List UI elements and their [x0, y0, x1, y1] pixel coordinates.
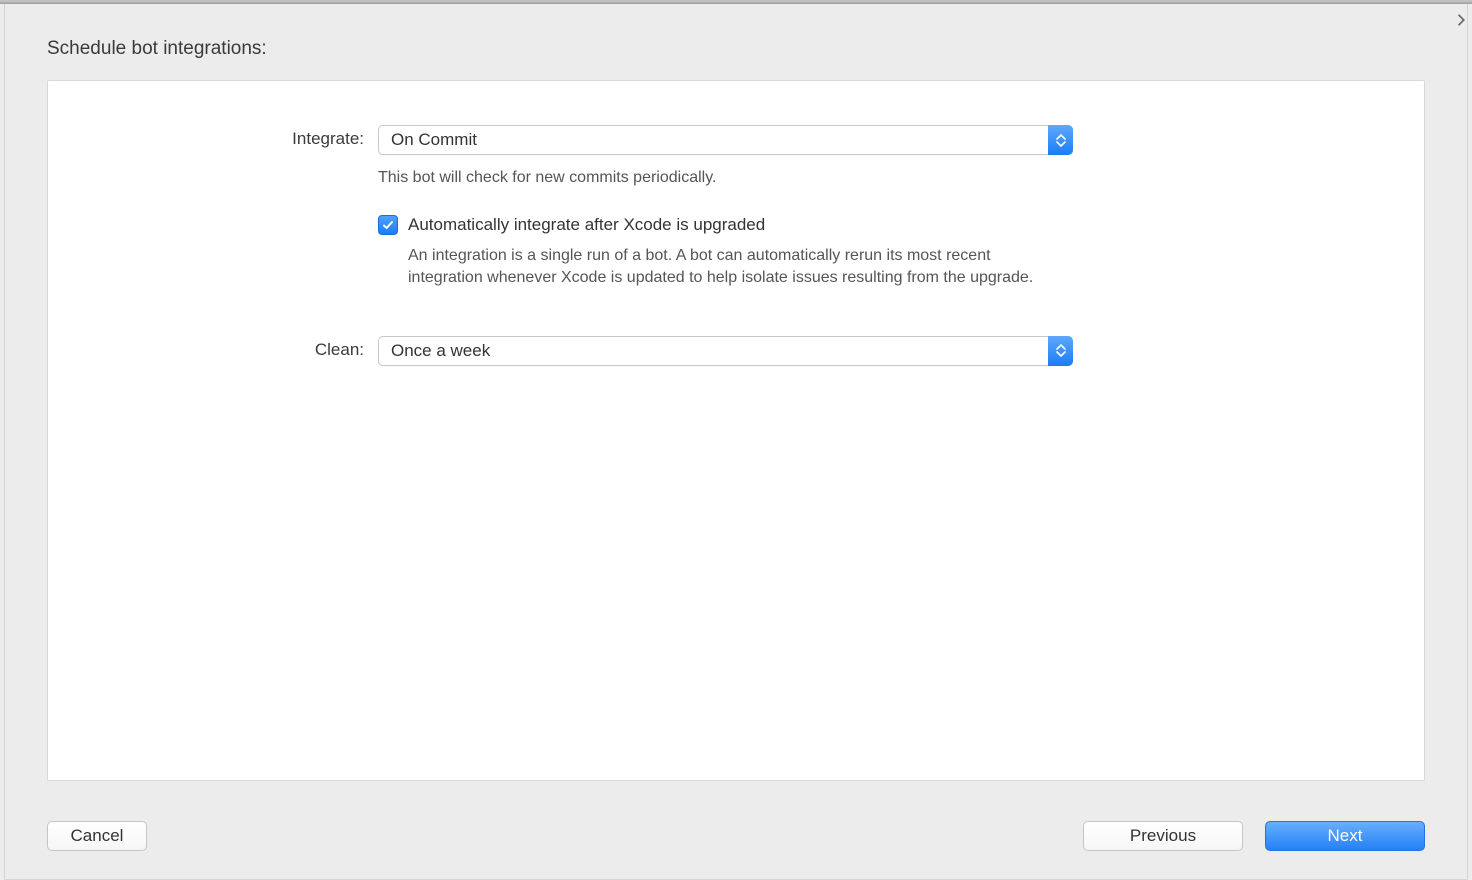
checkmark-icon — [382, 219, 394, 231]
chevron-right-icon — [1455, 12, 1471, 28]
auto-integrate-checkbox-row: Automatically integrate after Xcode is u… — [378, 215, 1304, 235]
content-panel: Integrate: On Commit This bot will check… — [47, 80, 1425, 781]
clean-popup[interactable]: Once a week — [378, 336, 1073, 366]
integrate-row: Integrate: On Commit This bot will check… — [158, 125, 1304, 320]
chevron-updown-icon — [1048, 125, 1073, 155]
auto-integrate-checkbox[interactable] — [378, 215, 398, 235]
auto-integrate-label: Automatically integrate after Xcode is u… — [408, 215, 765, 235]
cancel-button-label: Cancel — [71, 826, 124, 846]
clean-label: Clean: — [158, 336, 378, 360]
integrate-popup[interactable]: On Commit — [378, 125, 1073, 155]
next-button-label: Next — [1328, 826, 1363, 846]
integrate-label: Integrate: — [158, 125, 378, 149]
auto-integrate-description: An integration is a single run of a bot.… — [408, 245, 1048, 290]
chevron-updown-icon — [1048, 336, 1073, 366]
button-bar: Cancel Previous Next — [47, 821, 1425, 851]
next-button[interactable]: Next — [1265, 821, 1425, 851]
cancel-button[interactable]: Cancel — [47, 821, 147, 851]
integrate-popup-value: On Commit — [391, 130, 477, 150]
previous-button[interactable]: Previous — [1083, 821, 1243, 851]
clean-popup-value: Once a week — [391, 341, 490, 361]
schedule-dialog: Schedule bot integrations: Integrate: On… — [4, 4, 1468, 880]
clean-row: Clean: Once a week — [158, 336, 1304, 366]
integrate-hint: This bot will check for new commits peri… — [378, 169, 1304, 187]
previous-button-label: Previous — [1130, 826, 1196, 846]
dialog-title: Schedule bot integrations: — [47, 38, 1425, 60]
